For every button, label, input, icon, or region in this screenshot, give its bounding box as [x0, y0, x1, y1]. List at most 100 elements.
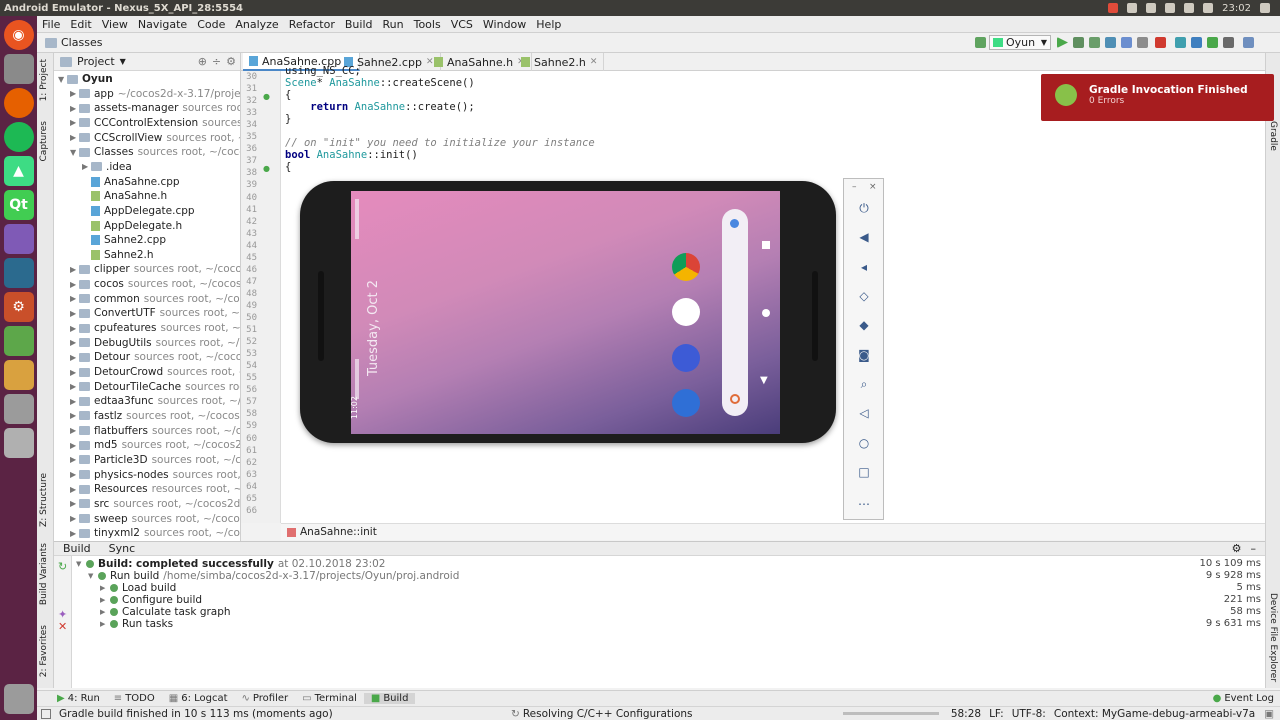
run-config-select[interactable]: Oyun ▼: [989, 35, 1051, 50]
emulator-screen[interactable]: [351, 191, 780, 434]
chevron-down-icon[interactable]: ▼: [120, 57, 126, 66]
file-encoding[interactable]: UTF-8:: [1012, 708, 1046, 720]
caret-position[interactable]: 58:28: [951, 708, 981, 720]
more-icon[interactable]: …: [857, 494, 871, 508]
volume-icon[interactable]: [1203, 3, 1214, 13]
background-task[interactable]: Resolving C/C++ Configurations: [523, 708, 843, 720]
status-message[interactable]: Gradle build finished in 10 s 113 ms (mo…: [59, 708, 511, 720]
tree-item[interactable]: Sahne2.h: [82, 248, 154, 262]
toggle-panels-icon[interactable]: [41, 708, 51, 719]
tree-item[interactable]: AnaSahne.cpp: [82, 175, 180, 189]
tool-gradle[interactable]: Gradle: [1268, 121, 1278, 151]
ubuntu-icon[interactable]: ◉: [3, 20, 34, 50]
chevron-right-icon[interactable]: ▶: [70, 133, 79, 142]
rotate-left-icon[interactable]: ◇: [857, 289, 871, 303]
drive-icon[interactable]: [3, 394, 34, 424]
override-marker-icon[interactable]: ●: [263, 164, 270, 173]
tree-item[interactable]: ▶ Resourcesresources root, ~/co: [70, 482, 240, 496]
build-tab[interactable]: Build: [54, 542, 100, 555]
lock-icon[interactable]: ▣: [1264, 708, 1274, 720]
system-clock[interactable]: 23:02: [1222, 3, 1251, 14]
chevron-down-icon[interactable]: ▼: [76, 560, 86, 568]
menu-build[interactable]: Build: [340, 18, 378, 31]
project-view-select[interactable]: Project: [77, 55, 115, 68]
terminal-tool-button[interactable]: ▭ Terminal: [295, 693, 364, 704]
profile-icon[interactable]: [1105, 37, 1116, 48]
files-icon[interactable]: [3, 54, 34, 84]
gradle-notification[interactable]: Gradle Invocation Finished 0 Errors: [1041, 74, 1274, 121]
chevron-right-icon[interactable]: ▶: [70, 353, 79, 362]
tree-item[interactable]: ▶ cpufeaturessources root, ~/An: [70, 321, 240, 335]
messages-app-icon[interactable]: [672, 344, 700, 372]
run-tool-button[interactable]: ▶ 4: Run: [37, 693, 107, 704]
chevron-right-icon[interactable]: ▶: [70, 499, 79, 508]
tree-item[interactable]: Sahne2.cpp: [82, 233, 166, 247]
recents-button[interactable]: [762, 241, 770, 249]
build-context[interactable]: Context: MyGame-debug-armeabi-v7a: [1054, 708, 1255, 720]
menu-tools[interactable]: Tools: [409, 18, 446, 31]
chevron-right-icon[interactable]: ▶: [70, 485, 79, 494]
tree-item[interactable]: ▶ tinyxml2sources root, ~/cocos2: [70, 526, 240, 540]
chevron-right-icon[interactable]: ▶: [70, 529, 79, 538]
tool-structure[interactable]: Z: Structure: [39, 473, 49, 527]
menu-analyze[interactable]: Analyze: [230, 18, 283, 31]
tree-item[interactable]: ▶ sweepsources root, ~/cocos2d-: [70, 512, 240, 526]
menu-file[interactable]: File: [37, 18, 65, 31]
bluetooth-icon[interactable]: [1165, 3, 1176, 13]
tool-favorites[interactable]: 2: Favorites: [39, 625, 49, 677]
tree-item[interactable]: ▶ edtaa3funcsources root, ~/coc: [70, 394, 240, 408]
build-tool-button[interactable]: ■ Build: [363, 693, 416, 704]
build-tree-row[interactable]: ▼ Build: completed successfully at 02.10.2…: [76, 558, 385, 570]
tree-item[interactable]: ▶ assets-managersources root, ~/: [70, 101, 240, 115]
tool-project[interactable]: 1: Project: [39, 59, 49, 101]
spotify-icon[interactable]: [3, 122, 34, 152]
chevron-right-icon[interactable]: ▶: [100, 608, 110, 616]
menu-run[interactable]: Run: [378, 18, 409, 31]
project-structure-icon[interactable]: [1223, 37, 1234, 48]
editor-icon[interactable]: [3, 360, 34, 390]
debug-icon[interactable]: [1073, 37, 1084, 48]
tree-item[interactable]: AnaSahne.h: [82, 189, 167, 203]
chevron-right-icon[interactable]: ▶: [70, 265, 79, 274]
volume-up-icon[interactable]: ◀: [857, 230, 871, 244]
chevron-right-icon[interactable]: ▶: [70, 324, 79, 333]
tree-item[interactable]: ▶ fastlzsources root, ~/cocos2d-x: [70, 409, 240, 423]
build-tree-row[interactable]: ▶ Load build: [100, 582, 176, 594]
chevron-right-icon[interactable]: ▶: [70, 455, 79, 464]
tool-device-file-explorer[interactable]: Device File Explorer: [1268, 593, 1278, 682]
tree-item[interactable]: ▶ Detoursources root, ~/cocos2d: [70, 350, 240, 364]
chevron-right-icon[interactable]: ▶: [70, 280, 79, 289]
tree-item[interactable]: ▶ CCScrollViewsources root, ~/co: [70, 131, 240, 145]
home-icon[interactable]: ○: [857, 436, 871, 450]
close-tab-icon[interactable]: ✕: [590, 57, 598, 67]
editor-tab[interactable]: Sahne2.h ✕: [515, 53, 605, 71]
chevron-right-icon[interactable]: ▶: [70, 338, 79, 347]
sdk-manager-icon[interactable]: [1207, 37, 1218, 48]
gear-icon[interactable]: ⚙: [226, 55, 240, 68]
close-icon[interactable]: ✕: [58, 620, 67, 633]
tree-item[interactable]: ▶ .idea: [82, 160, 132, 174]
tree-item[interactable]: ▶ CCControlExtensionsources root: [70, 116, 240, 130]
build-tree-row[interactable]: ▼ Run build/home/simba/cocos2d-x-3.17/pro…: [88, 570, 459, 582]
menu-edit[interactable]: Edit: [65, 18, 96, 31]
qt-icon[interactable]: Qt: [3, 190, 34, 220]
chevron-right-icon[interactable]: ▶: [70, 294, 79, 303]
tool-build-variants[interactable]: Build Variants: [39, 543, 49, 605]
tree-item[interactable]: ▶ DebugUtilssources root, ~/coc: [70, 336, 240, 350]
chevron-right-icon[interactable]: ▶: [70, 470, 79, 479]
chevron-right-icon[interactable]: ▶: [70, 104, 79, 113]
profiler-tool-button[interactable]: ∿ Profiler: [235, 693, 296, 704]
tool-captures[interactable]: Captures: [39, 121, 49, 161]
tree-item[interactable]: ▼ Oyun: [58, 72, 113, 86]
chevron-right-icon[interactable]: ▶: [100, 620, 110, 628]
zoom-icon[interactable]: ⌕: [857, 377, 871, 391]
tree-item[interactable]: ▶ app~/cocos2d-x-3.17/projects/O: [70, 87, 240, 101]
build-tree-row[interactable]: ▶ Run tasks: [100, 618, 173, 630]
camera-icon[interactable]: ◙: [857, 348, 871, 362]
tree-item[interactable]: ▶ ConvertUTFsources root, ~/coc: [70, 306, 240, 320]
chevron-right-icon[interactable]: ▶: [70, 118, 79, 127]
search-icon[interactable]: [1243, 37, 1254, 48]
hammer-icon[interactable]: [975, 37, 986, 48]
assistant-icon[interactable]: [730, 394, 740, 404]
breadcrumb[interactable]: Classes: [37, 36, 102, 49]
